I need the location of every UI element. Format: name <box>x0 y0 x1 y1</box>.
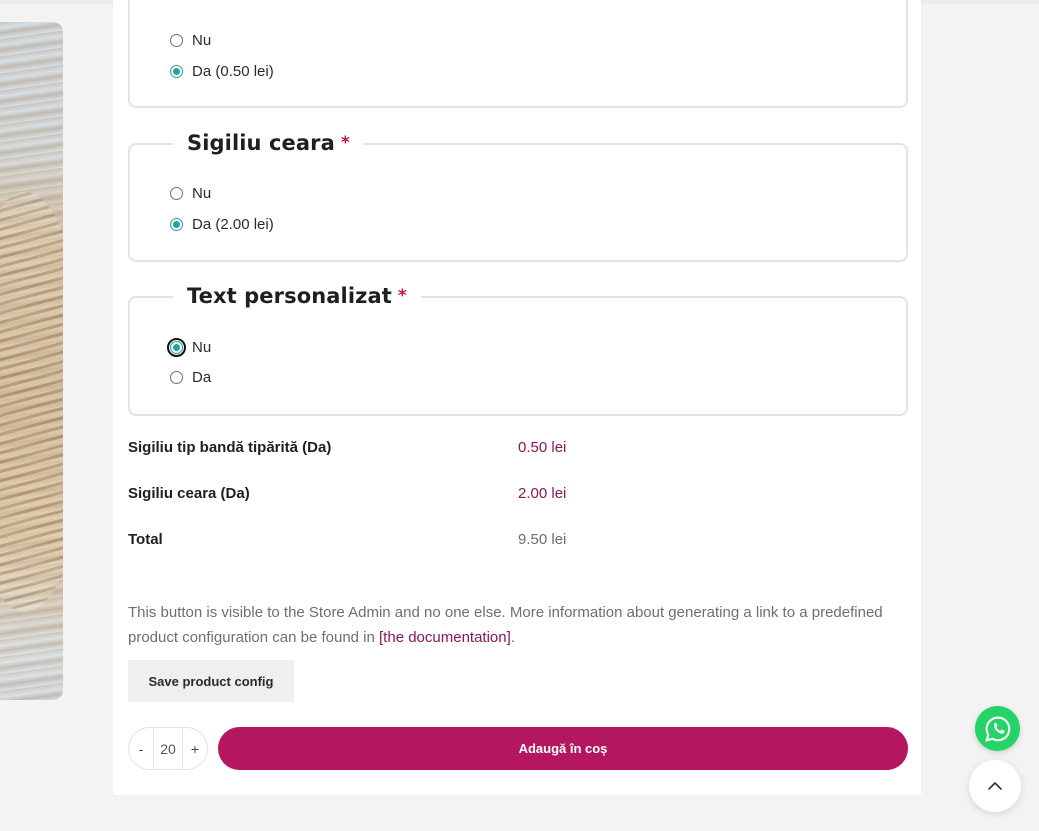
option-group-text-personalizat: Text personalizat * Nu Da <box>128 283 908 416</box>
option-sigiliu-ceara-nu[interactable]: Nu <box>170 183 211 203</box>
total-label: Total <box>128 531 163 548</box>
radio-sigiliu-ceara-da[interactable] <box>170 217 183 231</box>
radio-text-personalizat-nu[interactable] <box>167 337 186 357</box>
radio-sigiliu-banda-nu[interactable] <box>170 33 183 47</box>
chevron-up-icon <box>988 782 1002 790</box>
scroll-to-top-button[interactable] <box>969 760 1021 812</box>
option-sigiliu-ceara-da[interactable]: Da (2.00 lei) <box>170 214 274 234</box>
group-title: Sigiliu ceara * <box>173 130 364 156</box>
option-text-personalizat-da[interactable]: Da <box>170 367 211 387</box>
required-mark: * <box>397 286 407 306</box>
radio-text-personalizat-da[interactable] <box>170 370 183 384</box>
group-title: Text personalizat * <box>173 283 421 309</box>
radio-sigiliu-ceara-nu[interactable] <box>170 186 183 200</box>
option-label: Da <box>192 368 212 386</box>
total-value: 9.50 lei <box>518 531 567 548</box>
summary-label: Sigiliu ceara (Da) <box>128 485 250 502</box>
whatsapp-icon <box>984 716 1010 742</box>
group-title-text: Text personalizat <box>187 284 392 308</box>
quantity-increase-button[interactable]: + <box>183 741 207 757</box>
summary-value: 0.50 lei <box>518 439 567 456</box>
save-product-config-button[interactable]: Save product config <box>128 660 294 702</box>
option-sigiliu-banda-nu[interactable]: Nu <box>170 30 211 50</box>
group-title-text: Sigiliu ceara <box>187 131 335 155</box>
product-image-texture <box>0 192 63 612</box>
quantity-decrease-button[interactable]: - <box>129 741 153 757</box>
add-to-cart-button[interactable]: Adaugă în coș <box>218 727 908 770</box>
option-sigiliu-banda-da[interactable]: Da (0.50 lei) <box>170 61 274 81</box>
option-label: Nu <box>192 31 212 49</box>
quantity-input[interactable]: 20 <box>153 728 183 769</box>
option-label: Nu <box>192 184 212 202</box>
admin-note: This button is visible to the Store Admi… <box>128 600 918 650</box>
admin-note-suffix: . <box>510 629 515 646</box>
product-image[interactable] <box>0 22 63 700</box>
summary-value: 2.00 lei <box>518 485 567 502</box>
summary-label: Sigiliu tip bandă tipărită (Da) <box>128 439 332 456</box>
radio-sigiliu-banda-da[interactable] <box>170 64 183 78</box>
documentation-link[interactable]: [the documentation] <box>379 629 511 646</box>
required-mark: * <box>340 133 350 153</box>
option-label: Da (2.00 lei) <box>192 215 274 233</box>
option-group-sigiliu-banda: Nu Da (0.50 lei) <box>128 0 908 108</box>
whatsapp-button[interactable] <box>975 706 1020 751</box>
option-label: Da (0.50 lei) <box>192 62 274 80</box>
quantity-stepper: - 20 + <box>128 727 208 770</box>
option-label: Nu <box>192 338 212 356</box>
option-group-sigiliu-ceara: Sigiliu ceara * Nu Da (2.00 lei) <box>128 130 908 262</box>
option-text-personalizat-nu[interactable]: Nu <box>167 337 212 357</box>
